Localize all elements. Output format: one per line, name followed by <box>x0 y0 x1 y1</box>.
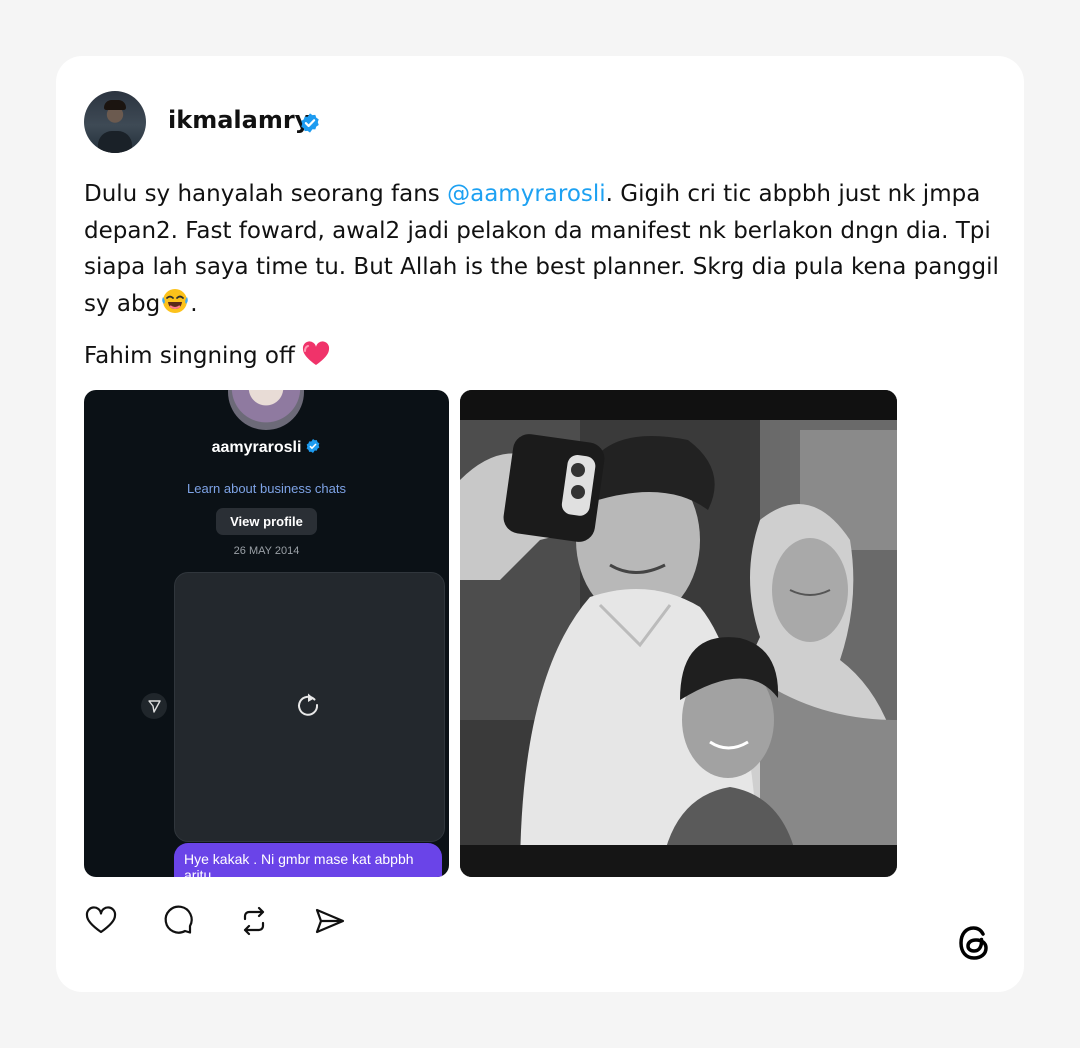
reload-icon <box>298 693 319 716</box>
avatar-hair <box>104 100 126 110</box>
mention-link[interactable]: @aamyrarosli <box>447 181 606 207</box>
share-icon <box>141 693 167 719</box>
post-text: Dulu sy hanyalah seorang fans @aamyraros… <box>84 176 1004 322</box>
signoff-text: Fahim singning off <box>84 341 330 369</box>
selfie-photo-graphic <box>460 390 897 877</box>
avatar-body <box>98 131 132 153</box>
post-text-part: . <box>190 290 198 317</box>
signoff-label: Fahim singning off <box>84 343 303 369</box>
verified-badge-icon <box>307 439 320 453</box>
selfie-photo-image[interactable] <box>460 390 897 877</box>
verified-badge-icon <box>301 113 319 133</box>
heart-icon[interactable] <box>84 904 118 938</box>
dm-profile-name: aamyrarosli <box>84 438 449 457</box>
dm-media-placeholder <box>174 572 445 842</box>
dm-profile-avatar <box>228 390 304 430</box>
threads-logo-icon <box>959 926 988 960</box>
post-text-part: Dulu sy hanyalah seorang fans <box>84 181 448 207</box>
username[interactable]: ikmalamry <box>168 106 310 134</box>
repost-icon[interactable] <box>237 904 271 938</box>
avatar[interactable] <box>84 91 146 153</box>
dm-message-bubble: Hye kakak . Ni gmbr mase kat abpbh aritu <box>174 843 442 877</box>
dm-profile-name-text: aamyrarosli <box>211 439 302 456</box>
send-icon[interactable] <box>313 904 347 938</box>
view-profile-button: View profile <box>216 508 317 535</box>
send-icon <box>148 700 161 713</box>
post-card: ikmalamry Dulu sy hanyalah seorang fans … <box>56 56 1024 992</box>
laughing-emoji-icon <box>162 288 189 313</box>
dm-screenshot-image[interactable]: aamyrarosli Learn about business chats V… <box>84 390 449 877</box>
heart-emoji-icon <box>303 341 330 365</box>
dm-date: 26 MAY 2014 <box>233 545 300 557</box>
learn-business-chats-link: Learn about business chats <box>187 481 346 496</box>
comment-icon[interactable] <box>161 904 195 938</box>
